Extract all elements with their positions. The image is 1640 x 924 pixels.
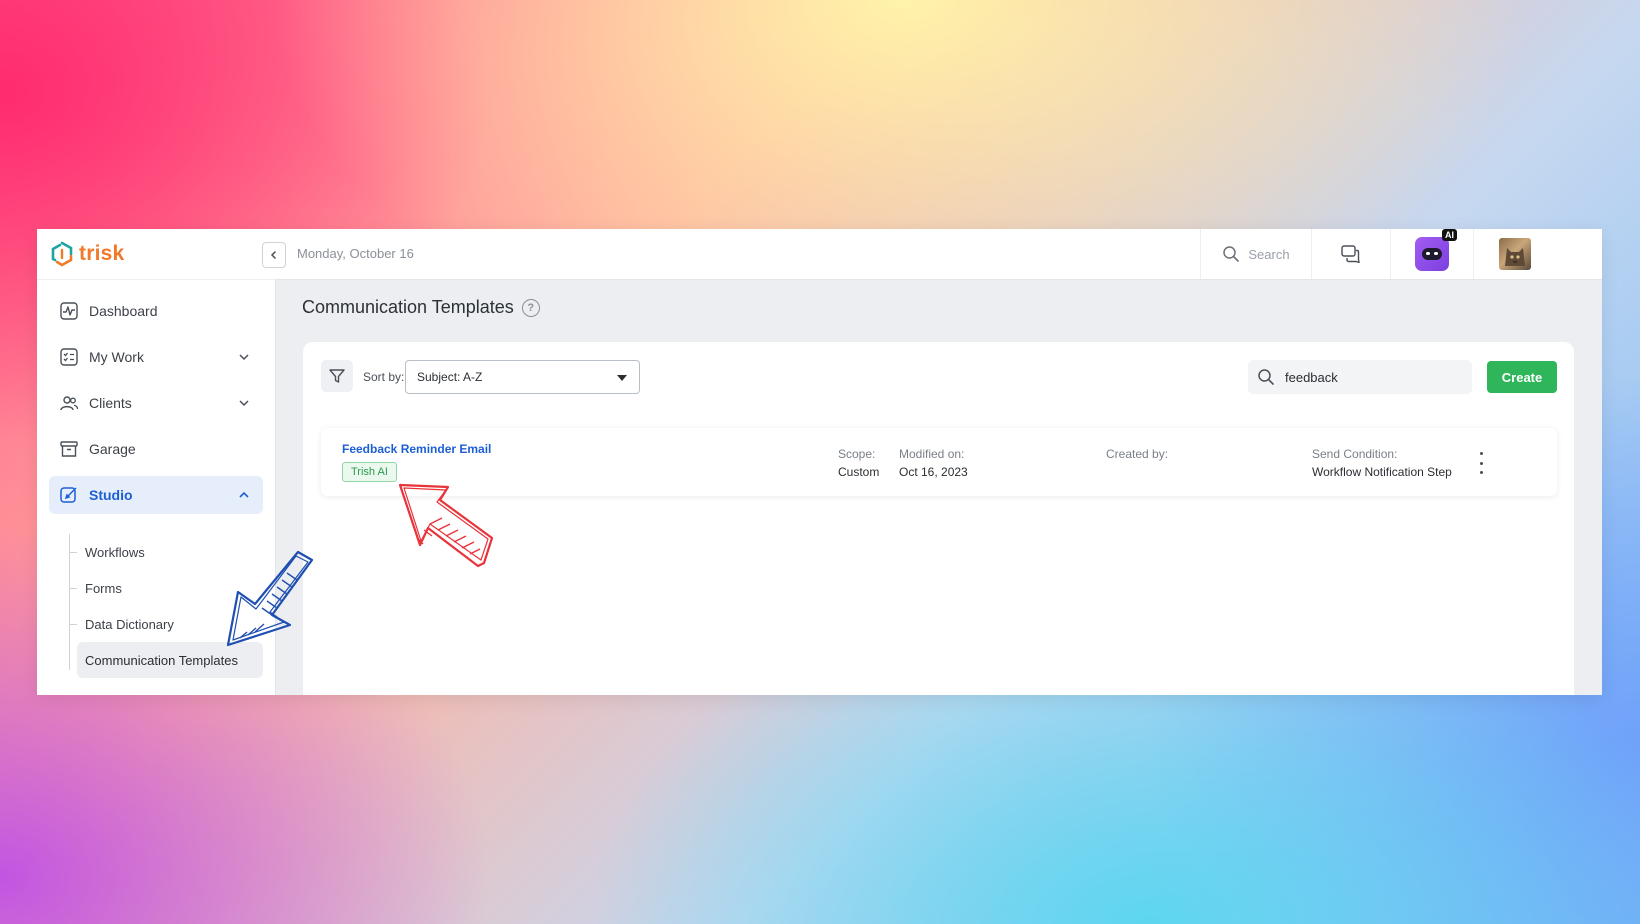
- sidebar-nav: Dashboard My Work Clients Garage Studio: [49, 292, 263, 522]
- sidebar-divider: [37, 279, 275, 280]
- my-work-icon: [59, 347, 79, 367]
- sidebar-item-label: Clients: [89, 395, 132, 411]
- template-tag: Trish AI: [342, 462, 397, 482]
- sidebar-item-dashboard[interactable]: Dashboard: [49, 292, 263, 330]
- sidebar-item-my-work[interactable]: My Work: [49, 338, 263, 376]
- collapse-sidebar-button[interactable]: [262, 242, 286, 268]
- subnav-item-data-dictionary[interactable]: Data Dictionary: [65, 606, 263, 642]
- subnav-item-label: Workflows: [85, 544, 145, 560]
- subnav-tick: [69, 624, 77, 625]
- ai-badge: AI: [1442, 229, 1457, 241]
- subnav-item-communication-templates[interactable]: Communication Templates: [77, 642, 263, 678]
- send-condition-value: Workflow Notification Step: [1312, 465, 1452, 479]
- page-title-text: Communication Templates: [302, 297, 514, 317]
- sort-select[interactable]: Subject: A-Z: [405, 360, 640, 394]
- top-bar: Monday, October 16 Search AI: [262, 229, 1602, 280]
- help-icon[interactable]: ?: [521, 298, 540, 317]
- chevron-down-icon[interactable]: [237, 350, 251, 364]
- messages-button[interactable]: [1311, 229, 1390, 279]
- create-button[interactable]: Create: [1487, 361, 1557, 393]
- subnav-item-label: Communication Templates: [85, 652, 238, 668]
- app-window: trisk Dashboard My Work Clients Garage S…: [37, 229, 1602, 695]
- caret-down-icon: [617, 375, 627, 381]
- scope-value: Custom: [838, 465, 880, 479]
- studio-icon: [59, 485, 79, 505]
- chevron-left-icon: [270, 250, 277, 260]
- studio-subnav: Workflows Forms Data Dictionary Communic…: [65, 534, 263, 678]
- global-search-button[interactable]: Search: [1200, 229, 1311, 279]
- subnav-item-forms[interactable]: Forms: [65, 570, 263, 606]
- more-options-icon[interactable]: [1475, 452, 1487, 474]
- search-icon: [1223, 246, 1240, 262]
- subnav-item-label: Data Dictionary: [85, 616, 174, 632]
- modified-label: Modified on:: [899, 447, 965, 461]
- template-search-box[interactable]: [1248, 360, 1472, 394]
- filter-icon: [329, 369, 345, 383]
- kebab-dot: [1479, 452, 1483, 455]
- subnav-item-workflows[interactable]: Workflows: [65, 534, 263, 570]
- clients-icon: [59, 393, 79, 413]
- filter-button[interactable]: [321, 360, 353, 392]
- brand-logo[interactable]: trisk: [49, 239, 124, 269]
- kebab-dot: [1479, 461, 1483, 465]
- user-avatar-button[interactable]: [1473, 229, 1556, 279]
- sidebar-item-studio[interactable]: Studio: [49, 476, 263, 514]
- trisk-logo-icon: [51, 241, 73, 267]
- subnav-tick: [69, 552, 77, 553]
- chevron-up-icon[interactable]: [237, 488, 251, 502]
- sort-value: Subject: A-Z: [417, 370, 483, 384]
- sort-label: Sort by:: [363, 370, 405, 384]
- templates-card: Sort by: Subject: A-Z Create Feedback Re…: [303, 342, 1574, 695]
- sidebar-item-garage[interactable]: Garage: [49, 430, 263, 468]
- table-row[interactable]: Feedback Reminder Email Trish AI Scope: …: [321, 428, 1557, 496]
- chat-icon: [1341, 245, 1360, 263]
- page-title: Communication Templates ?: [302, 297, 540, 318]
- search-icon: [1258, 369, 1274, 385]
- subnav-tick: [69, 588, 77, 589]
- created-by-label: Created by:: [1106, 447, 1169, 461]
- scope-label: Scope:: [838, 447, 876, 461]
- sidebar-item-label: Studio: [89, 487, 133, 503]
- garage-icon: [59, 439, 79, 459]
- dashboard-icon: [59, 301, 79, 321]
- sidebar-item-label: Dashboard: [89, 303, 158, 319]
- brand-name: trisk: [79, 242, 125, 265]
- send-condition-label: Send Condition:: [1312, 447, 1398, 461]
- sidebar-item-clients[interactable]: Clients: [49, 384, 263, 422]
- avatar: [1499, 238, 1531, 270]
- current-date: Monday, October 16: [297, 246, 414, 261]
- kebab-dot: [1479, 471, 1483, 474]
- template-search-input[interactable]: [1283, 368, 1457, 386]
- ai-bot-icon: AI: [1415, 229, 1457, 271]
- search-label: Search: [1248, 246, 1290, 262]
- ai-assistant-button[interactable]: AI: [1390, 229, 1473, 279]
- sidebar-item-label: My Work: [89, 349, 144, 365]
- subnav-item-label: Forms: [85, 580, 122, 596]
- chevron-down-icon[interactable]: [237, 396, 251, 410]
- sidebar-item-label: Garage: [89, 441, 136, 457]
- template-title-link[interactable]: Feedback Reminder Email: [342, 442, 491, 456]
- modified-value: Oct 16, 2023: [899, 465, 968, 479]
- sidebar: trisk Dashboard My Work Clients Garage S…: [37, 229, 276, 695]
